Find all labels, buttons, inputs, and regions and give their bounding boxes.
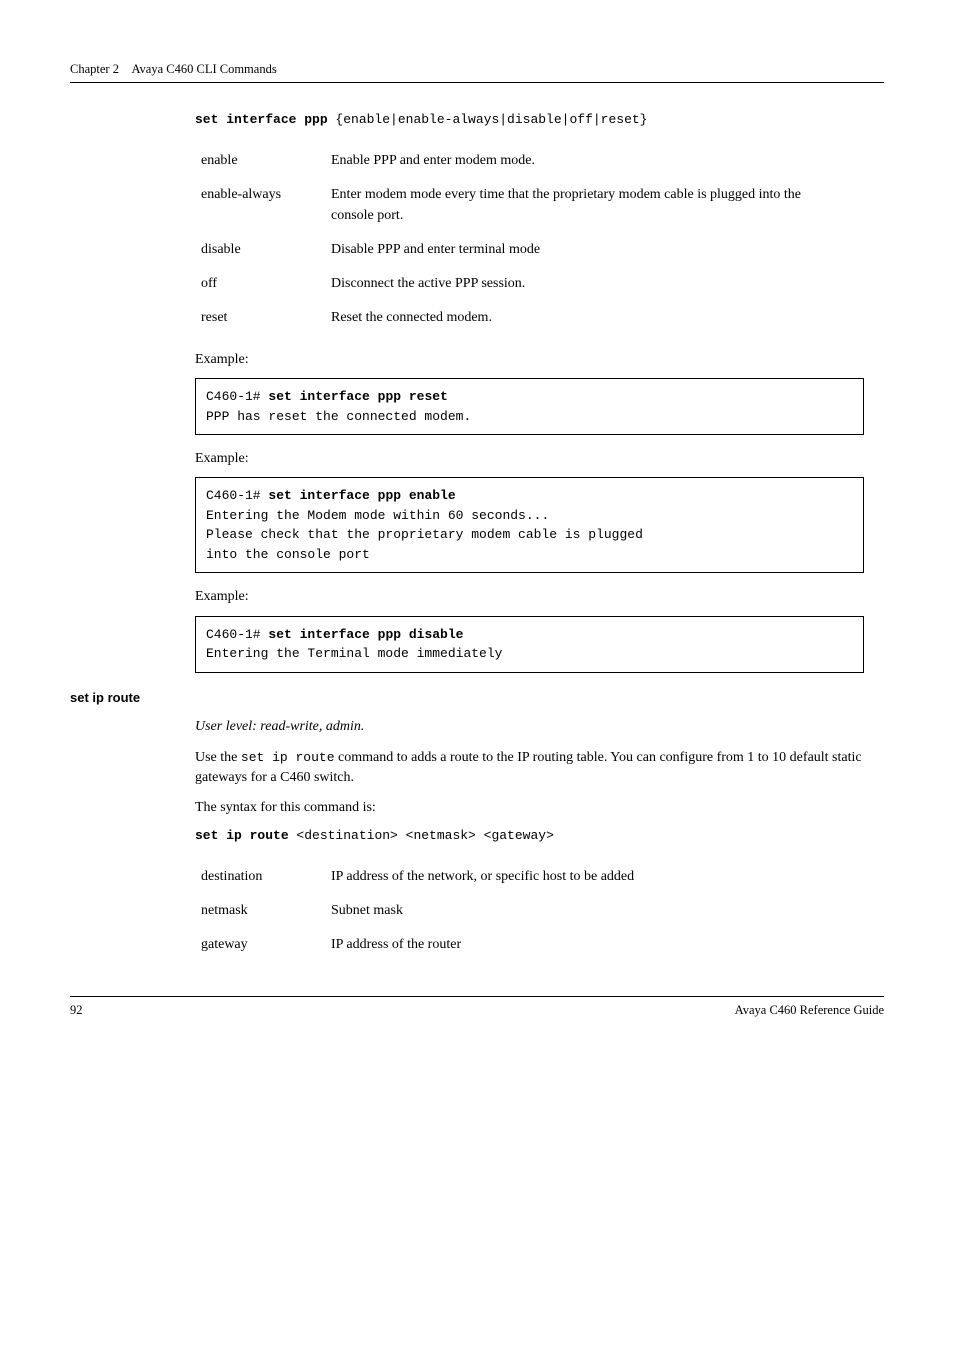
cmd2-param-table: destination IP address of the network, o…	[201, 860, 843, 963]
table-row: enable-always Enter modem mode every tim…	[201, 178, 843, 233]
param-name: netmask	[201, 894, 331, 928]
cmd1-syntax-args: {enable|enable-always|disable|off|reset}	[328, 112, 648, 127]
example-label-1: Example:	[195, 350, 864, 370]
table-row: gateway IP address of the router	[201, 928, 843, 962]
page-number: 92	[70, 1001, 83, 1019]
example-label-2: Example:	[195, 449, 864, 469]
example-box-2: C460-1# set interface ppp enable Enterin…	[195, 477, 864, 573]
cmd2-syntax-label: The syntax for this command is:	[195, 798, 864, 818]
param-desc: Enable PPP and enter modem mode.	[331, 144, 843, 178]
ex3-out: Entering the Terminal mode immediately	[206, 646, 502, 661]
ex3-cmd: set interface ppp disable	[268, 627, 463, 642]
chapter-title: Avaya C460 CLI Commands	[131, 62, 276, 76]
cmd1-syntax: set interface ppp {enable|enable-always|…	[195, 111, 864, 130]
cmd2-syntax: set ip route <destination> <netmask> <ga…	[195, 827, 864, 846]
chapter-number: Chapter 2	[70, 62, 119, 76]
table-row: netmask Subnet mask	[201, 894, 843, 928]
page-footer: 92 Avaya C460 Reference Guide	[70, 996, 884, 1019]
cmd2-syntax-keyword: set ip route	[195, 828, 289, 843]
header-rule	[70, 82, 884, 83]
example-box-1: C460-1# set interface ppp reset PPP has …	[195, 378, 864, 435]
table-row: enable Enable PPP and enter modem mode.	[201, 144, 843, 178]
param-desc: IP address of the router	[331, 928, 843, 962]
user-level: User level: read-write, admin.	[195, 717, 864, 737]
ex3-prompt: C460-1#	[206, 627, 268, 642]
ex2-prompt: C460-1#	[206, 488, 268, 503]
param-desc: Enter modem mode every time that the pro…	[331, 178, 843, 233]
example-label-3: Example:	[195, 587, 864, 607]
param-name: enable	[201, 144, 331, 178]
param-name: disable	[201, 233, 331, 267]
table-row: disable Disable PPP and enter terminal m…	[201, 233, 843, 267]
param-name: enable-always	[201, 178, 331, 233]
cmd2-heading: set ip route	[70, 689, 884, 708]
table-row: reset Reset the connected modem.	[201, 301, 843, 335]
param-desc: Reset the connected modem.	[331, 301, 843, 335]
param-name: off	[201, 267, 331, 301]
doc-title: Avaya C460 Reference Guide	[735, 1001, 884, 1019]
param-name: destination	[201, 860, 331, 894]
chapter-header: Chapter 2 Avaya C460 CLI Commands	[70, 60, 884, 78]
param-desc: Disable PPP and enter terminal mode	[331, 233, 843, 267]
cmd2-desc-code: set ip route	[241, 750, 335, 765]
ex1-cmd: set interface ppp reset	[268, 389, 447, 404]
cmd2-description: Use the set ip route command to adds a r…	[195, 748, 864, 789]
main-content: set interface ppp {enable|enable-always|…	[195, 111, 864, 673]
cmd2-syntax-args: <destination> <netmask> <gateway>	[289, 828, 554, 843]
cmd1-syntax-keyword: set interface ppp	[195, 112, 328, 127]
param-desc: Disconnect the active PPP session.	[331, 267, 843, 301]
param-name: gateway	[201, 928, 331, 962]
cmd1-param-table: enable Enable PPP and enter modem mode. …	[201, 144, 843, 336]
param-name: reset	[201, 301, 331, 335]
cmd2-desc-pre: Use the	[195, 750, 241, 765]
table-row: off Disconnect the active PPP session.	[201, 267, 843, 301]
ex1-prompt: C460-1#	[206, 389, 268, 404]
ex2-cmd: set interface ppp enable	[268, 488, 455, 503]
ex1-out: PPP has reset the connected modem.	[206, 409, 471, 424]
param-desc: Subnet mask	[331, 894, 843, 928]
example-box-3: C460-1# set interface ppp disable Enteri…	[195, 616, 864, 673]
cmd2-content: User level: read-write, admin. Use the s…	[195, 717, 864, 962]
param-desc: IP address of the network, or specific h…	[331, 860, 843, 894]
table-row: destination IP address of the network, o…	[201, 860, 843, 894]
ex2-out: Entering the Modem mode within 60 second…	[206, 508, 651, 562]
